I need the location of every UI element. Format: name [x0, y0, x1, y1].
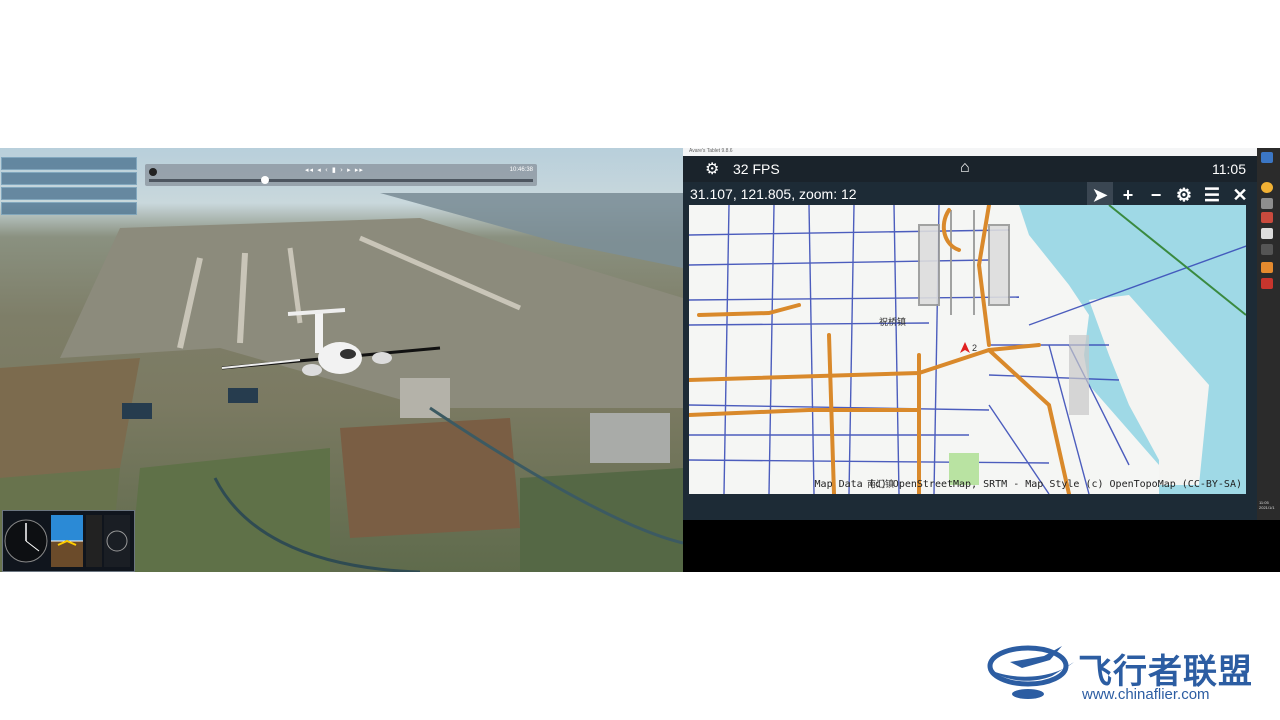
app-bottom-bar: [683, 494, 1257, 520]
app-icon[interactable]: [1261, 228, 1273, 239]
app-icon[interactable]: [1261, 198, 1273, 209]
data-row: [1, 187, 137, 200]
browser-icon[interactable]: [1261, 212, 1273, 223]
app-body: ⚙ 32 FPS ⌂ 11:05 31.107, 121.805, zoom: …: [683, 156, 1257, 520]
coordinates-readout: 31.107, 121.805, zoom: 12: [690, 186, 857, 202]
gear-icon: ⚙: [1175, 185, 1193, 205]
chrome-icon[interactable]: [1261, 182, 1273, 193]
map-canvas[interactable]: [689, 205, 1246, 494]
map-view[interactable]: 祝桥镇 南汇镇 2 Map Data (c) OpenStreetMap, SR…: [689, 205, 1246, 494]
window-title: Avare's Tablet 9.8.6: [689, 148, 733, 154]
replay-controls[interactable]: ◂◂ ◂ ‹ ▮ › ▸ ▸▸: [305, 166, 364, 174]
map-attribution: Map Data (c) OpenStreetMap, SRTM - Map S…: [814, 479, 1242, 490]
data-row: [1, 157, 137, 170]
data-row: [1, 202, 137, 215]
top-bar: ⚙ 32 FPS ⌂ 11:05: [683, 156, 1257, 182]
flight-data-panel: [1, 157, 137, 215]
window-titlebar[interactable]: Avare's Tablet 9.8.6: [683, 148, 1257, 156]
windows-taskbar: 11:05 2021/1/1: [1257, 148, 1280, 520]
taskbar-clock: 11:05 2021/1/1: [1259, 500, 1275, 510]
instrument-panel: [2, 510, 135, 572]
list-icon: ☰: [1203, 185, 1221, 205]
record-icon[interactable]: [149, 168, 157, 176]
chinaflier-logo-icon: [987, 645, 1074, 699]
avare-window: Avare's Tablet 9.8.6 ⚙ 32 FPS ⌂ 11:05 31…: [683, 148, 1280, 520]
fps-counter: 32 FPS: [733, 161, 780, 177]
minus-icon: −: [1150, 185, 1162, 205]
data-row: [1, 172, 137, 185]
plus-icon: +: [1122, 185, 1134, 205]
replay-slider-handle[interactable]: [261, 176, 269, 184]
flight-simulator-view: ◂◂ ◂ ‹ ▮ › ▸ ▸▸ 10:46:38: [0, 148, 683, 572]
aircraft-marker-icon: [960, 342, 970, 353]
clock: 11:05: [1212, 161, 1246, 177]
close-icon: ✕: [1232, 185, 1248, 205]
black-area: [683, 520, 1280, 572]
home-icon[interactable]: ⌂: [960, 159, 970, 177]
app-icon[interactable]: [1261, 244, 1273, 255]
app-icon[interactable]: [1261, 262, 1273, 273]
chinaflier-watermark: 飞行者联盟 www.chinaflier.com: [982, 640, 1267, 706]
replay-track[interactable]: [149, 176, 533, 184]
windows-start-icon[interactable]: [1261, 152, 1273, 163]
app-icon[interactable]: [1261, 278, 1273, 289]
navigation-arrow-icon: ➤: [1092, 185, 1108, 205]
replay-bar[interactable]: ◂◂ ◂ ‹ ▮ › ▸ ▸▸ 10:46:38: [145, 164, 537, 186]
replay-time: 10:46:38: [509, 167, 533, 173]
gear-icon[interactable]: ⚙: [705, 159, 719, 179]
watermark-url: www.chinaflier.com: [1082, 686, 1210, 703]
map-place-label: 祝桥镇: [879, 317, 907, 327]
aircraft-marker-label: 2: [972, 343, 978, 353]
